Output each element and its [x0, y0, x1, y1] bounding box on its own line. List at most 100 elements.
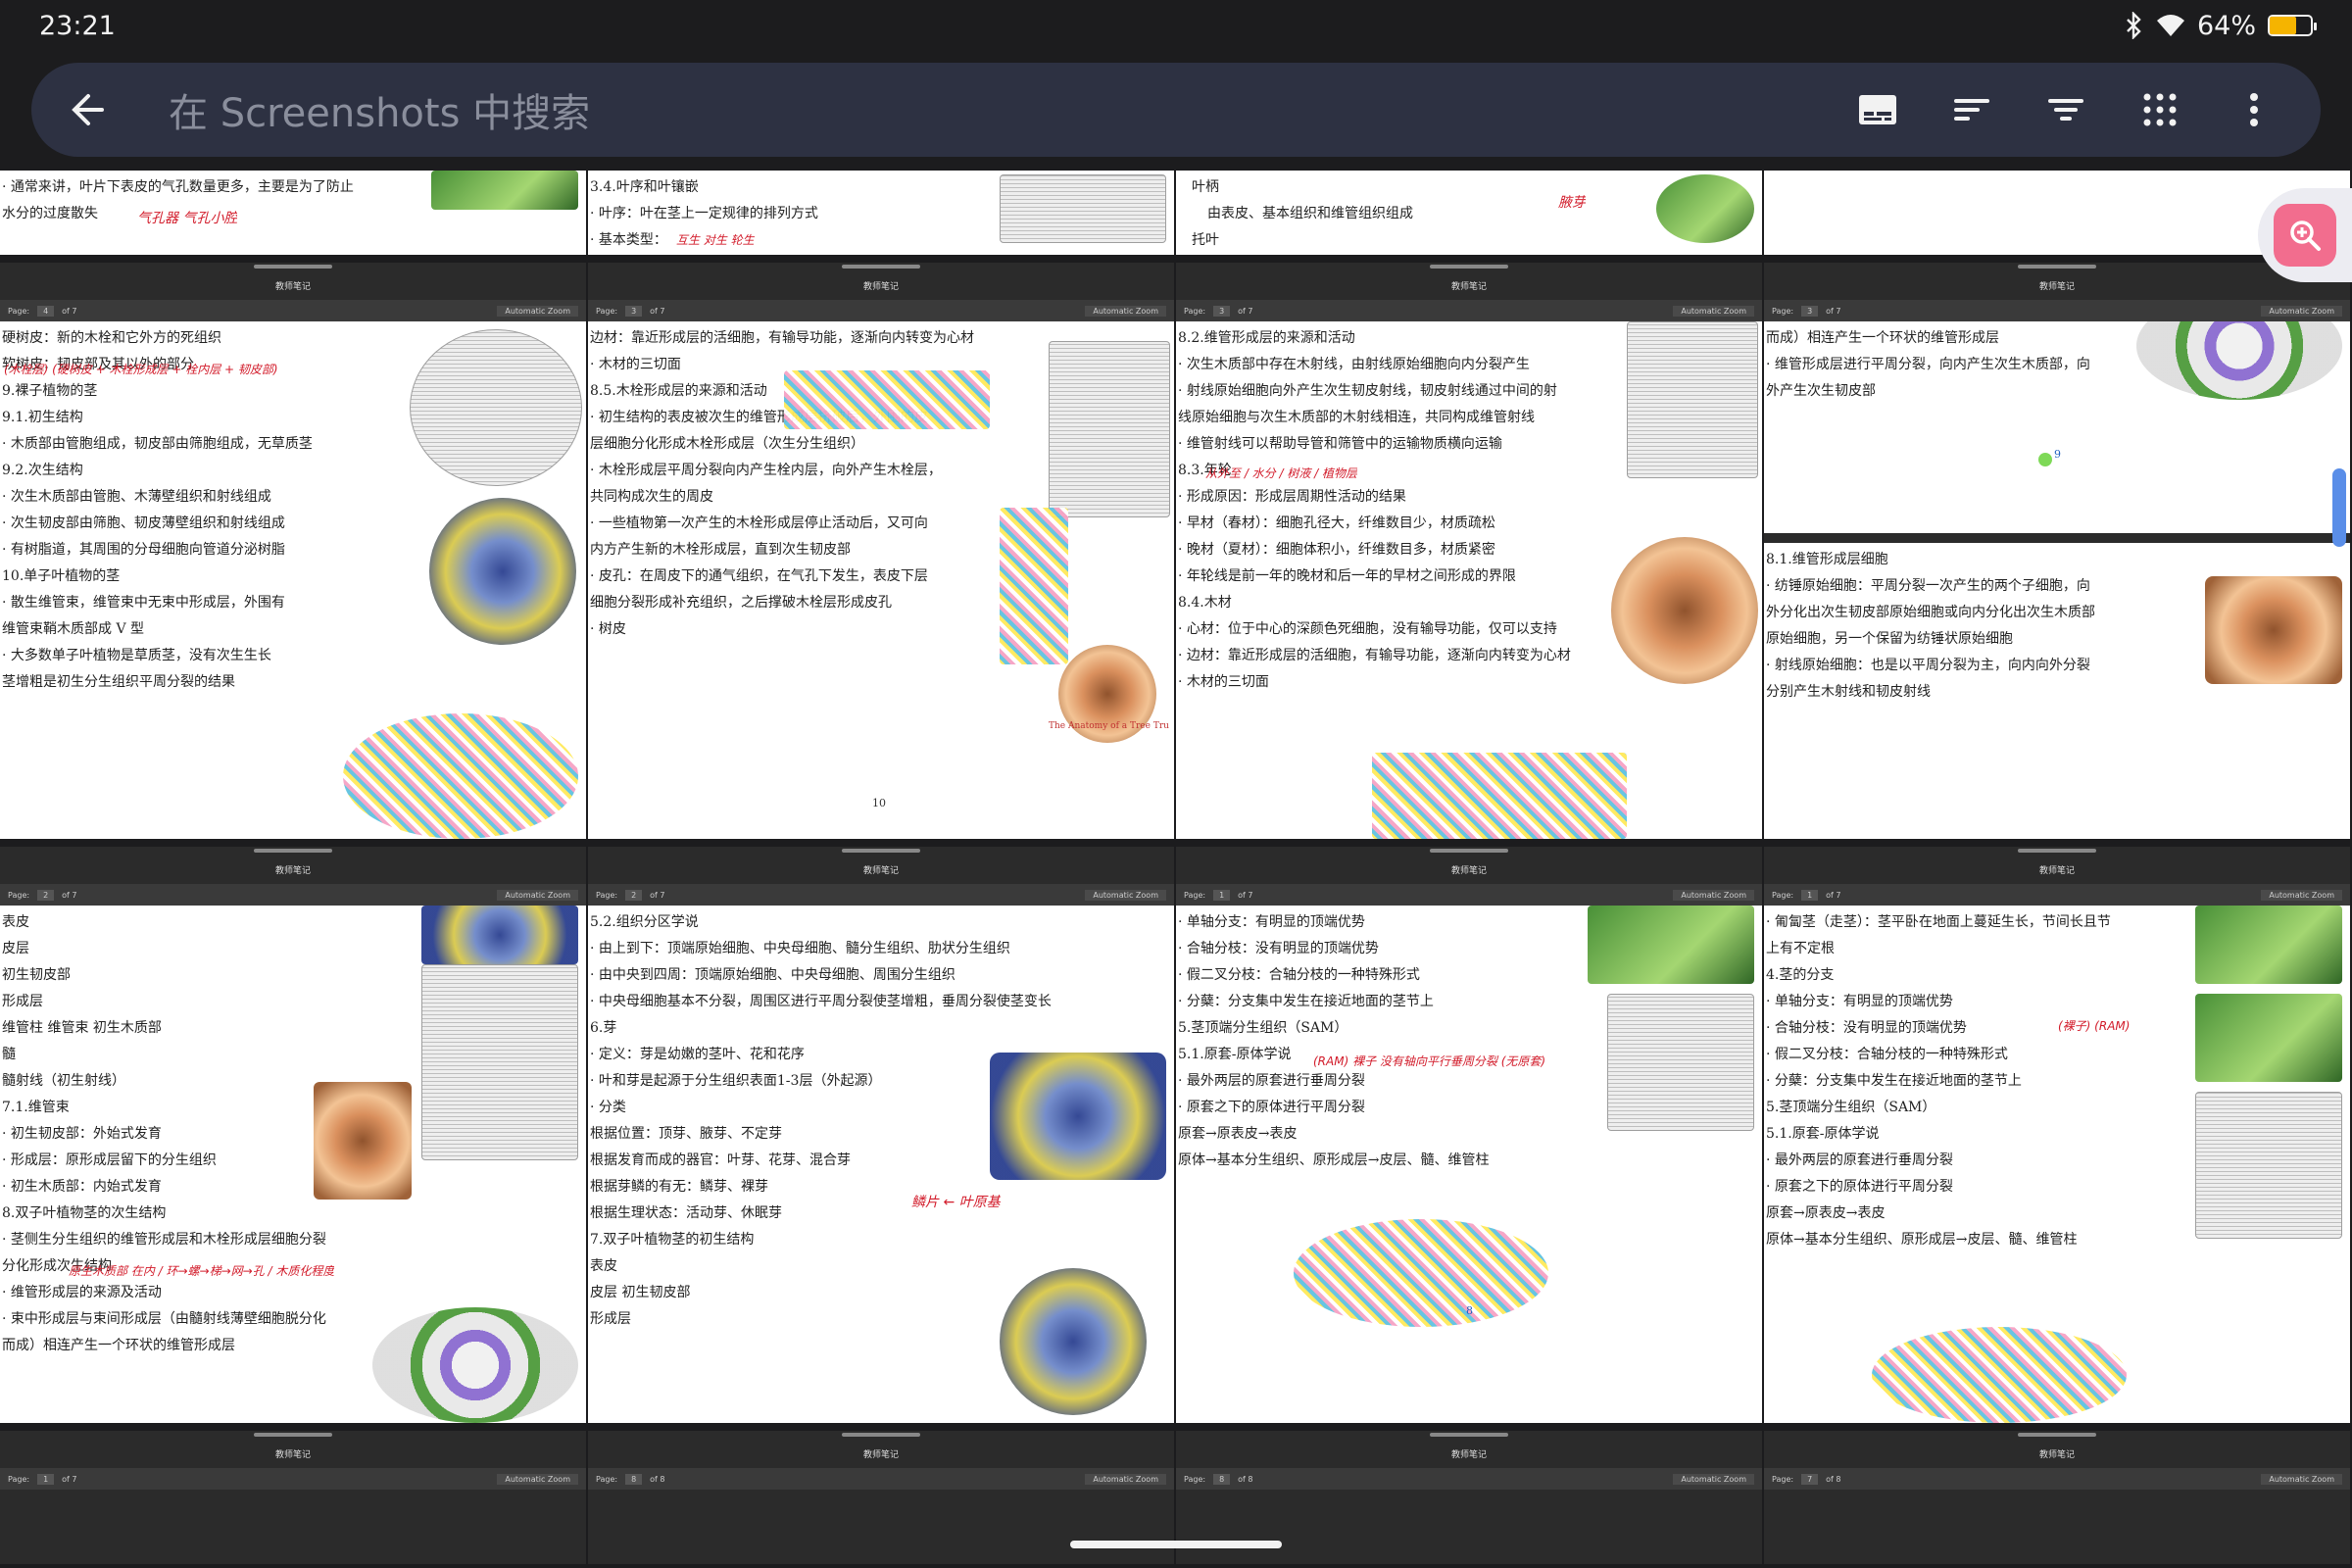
- page-number: 3: [1801, 305, 1819, 317]
- note-page: 而成）相连产生一个环状的维管形成层 · 维管形成层进行平周分裂，向内产生次生木质部…: [1764, 321, 2350, 839]
- note-page: 边材：靠近形成层的活细胞，有输导功能，逐渐向内转变为心材 · 木材的三切面 8.5.…: [588, 321, 1174, 839]
- vascular-ray-figure: [1627, 321, 1758, 478]
- note-page: · 通常来讲，叶片下表皮的气孔数量更多，主要是为了防止 水分的过度散失 气孔器 …: [0, 171, 586, 255]
- growth-rings-figure: [1611, 537, 1758, 684]
- drag-handle: [842, 849, 920, 853]
- screenshot-thumbnail[interactable]: 叶柄 由表皮、基本组织和维管组织组成 托叶 腋芽: [1176, 171, 1762, 259]
- page-header: 教师笔记: [588, 270, 1174, 300]
- grid-view-button[interactable]: [2132, 82, 2187, 137]
- toolbar: [1850, 82, 2281, 137]
- monocot-stem-figure: [343, 713, 578, 839]
- note-line: 原始细胞，另一个保留为纺锤状原始细胞: [1766, 631, 2013, 647]
- handwritten-note: 腋芽: [1558, 195, 1586, 211]
- page-header: 教师笔记: [0, 270, 586, 300]
- page-number: 2: [625, 889, 643, 901]
- page-number: 4: [37, 305, 55, 317]
- screenshot-thumbnail[interactable]: 教师笔记 Page: 1 of 7 Automatic Zoom: [0, 1431, 586, 1568]
- note-page: 8.2.维管形成层的来源和活动 · 次生木质部中存在木射线，由射线原始细胞向内分裂…: [1176, 321, 1762, 839]
- pdf-toolbar: Page: 4 of 7 Automatic Zoom: [0, 300, 586, 321]
- note-line: · 早材（春材）：细胞孔径大，纤维数目少，材质疏松: [1178, 515, 1495, 531]
- page-count: of 7: [1826, 890, 1841, 900]
- note-line: · 由上到下：顶端原始细胞、中央母细胞、髓分生组织、肋状分生组织: [590, 941, 1010, 956]
- screenshot-thumbnail[interactable]: 教师笔记 Page: 1 of 7 Automatic Zoom · 匍匐茎（走茎）：…: [1764, 847, 2350, 1427]
- stem-microscope-figure: [429, 498, 576, 645]
- handwritten-note: 互生 对生 轮生: [676, 233, 755, 247]
- fast-scroll-thumb[interactable]: [2332, 468, 2346, 547]
- handwritten-note: (木栓层) (硬树皮 + 木栓形成层 + 栓内层 + 韧皮部): [4, 363, 278, 376]
- note-page: 表皮 皮层 初生韧皮部 形成层 维管柱 维管束 初生木质部 髓 髓射线（初生射线…: [0, 906, 586, 1423]
- more-options-button[interactable]: [2227, 82, 2281, 137]
- handwritten-note: 从外至 / 水分 / 树液 / 植物层: [1205, 466, 1358, 480]
- shoot-apex-figure: [1294, 1219, 1548, 1327]
- drag-handle: [1430, 1433, 1508, 1437]
- gesture-nav-handle[interactable]: [1070, 1541, 1282, 1548]
- zoom-fab[interactable]: [2258, 188, 2352, 282]
- page-header: 教师笔记: [1176, 855, 1762, 884]
- drag-handle: [2018, 849, 2096, 853]
- screenshot-thumbnail[interactable]: 教师笔记 Page: 3 of 7 Automatic Zoom 8.2.维管形成层的…: [1176, 263, 1762, 843]
- note-line: · 射线原始细胞：也是以平周分裂为主，向内向外分裂: [1766, 658, 2090, 673]
- note-line: 8.双子叶植物茎的次生结构: [2, 1205, 167, 1221]
- note-page: 3.4.叶序和叶镶嵌 · 叶序：叶在茎上一定规律的排列方式 · 基本类型： 互生…: [588, 171, 1174, 255]
- back-button[interactable]: [61, 82, 116, 137]
- screenshot-thumbnail[interactable]: 教师笔记 Page: 3 of 7 Automatic Zoom 而成）相连产生一个环…: [1764, 263, 2350, 843]
- zoom-select: Automatic Zoom: [1673, 305, 1754, 317]
- handwritten-note: (裸子) (RAM): [2058, 1019, 2131, 1033]
- battery-level: [2270, 17, 2296, 34]
- leaf-sketch-figure: [1000, 174, 1166, 243]
- drag-handle: [2018, 265, 2096, 269]
- note-page: 硬树皮：新的木栓和它外方的死组织 软树皮：韧皮部及其以外的部分 9.裸子植物的茎 9.…: [0, 321, 586, 839]
- screenshot-thumbnail[interactable]: 教师笔记 Page: 2 of 7 Automatic Zoom 5.2.组织分区学说…: [588, 847, 1174, 1427]
- note-line: 茎增粗是初生分生组织平周分裂的结果: [2, 674, 235, 690]
- note-line: 外分化出次生韧皮部原始细胞或向内分化出次生木质部: [1766, 605, 2095, 620]
- note-line: · 初生木质部：内始式发育: [2, 1179, 162, 1195]
- stem-cross-section-figure: [410, 329, 582, 486]
- drag-handle: [254, 1433, 332, 1437]
- arrow-back-icon: [72, 94, 104, 125]
- status-icons: 64%: [2125, 11, 2317, 41]
- screenshot-thumbnail[interactable]: 教师笔记 Page: 3 of 7 Automatic Zoom 边材：靠近形成层的活…: [588, 263, 1174, 843]
- page-count: of 7: [650, 306, 665, 316]
- filter-button[interactable]: [2038, 82, 2093, 137]
- page-number: 3: [1213, 305, 1231, 317]
- sort-button[interactable]: [1944, 82, 1999, 137]
- page-number: 2: [37, 889, 55, 901]
- more-vert-icon: [2250, 93, 2258, 126]
- wifi-icon: [2156, 15, 2184, 36]
- note-line: · 茎侧生分生组织的维管形成层和木栓形成层细胞分裂: [2, 1232, 326, 1248]
- page-count: of 8: [1238, 1474, 1253, 1484]
- note-line: · 形成原因：形成层周期性活动的结果: [1178, 489, 1406, 505]
- page-number: 1: [37, 1473, 55, 1485]
- screenshot-thumbnail[interactable]: 3.4.叶序和叶镶嵌 · 叶序：叶在茎上一定规律的排列方式 · 基本类型： 互生…: [588, 171, 1174, 259]
- note-line: 分别产生木射线和韧皮射线: [1766, 684, 1931, 700]
- zoom-select: Automatic Zoom: [497, 1473, 578, 1485]
- zoom-select: Automatic Zoom: [1673, 889, 1754, 901]
- handwritten-note: 气孔器 气孔小腔: [137, 211, 238, 226]
- screenshot-thumbnail[interactable]: 教师笔记 Page: 4 of 7 Automatic Zoom 硬树皮：新的木栓和它…: [0, 263, 586, 843]
- screenshot-thumbnail[interactable]: · 通常来讲，叶片下表皮的气孔数量更多，主要是为了防止 水分的过度散失 气孔器 …: [0, 171, 586, 259]
- note-line: · 皮孔：在周皮下的通气组织，在气孔下发生，表皮下层: [590, 568, 928, 584]
- search-input[interactable]: 在 Screenshots 中搜索: [169, 81, 1850, 138]
- page-count: of 8: [650, 1474, 665, 1484]
- note-line: 5.2.组织分区学说: [590, 914, 699, 930]
- tree-bark-figure: [1000, 508, 1068, 664]
- note-page: · 匍匐茎（走茎）：茎平卧在地面上蔓延生长，节间长且节 上有不定根 4.茎的分支 · …: [1764, 906, 2350, 1423]
- screenshot-thumbnail[interactable]: 教师笔记 Page: 1 of 7 Automatic Zoom · 单轴分支：有明显…: [1176, 847, 1762, 1427]
- page-count: of 7: [62, 1474, 77, 1484]
- battery-icon: [2268, 15, 2317, 36]
- page-number: 1: [1801, 889, 1819, 901]
- note-page: · 单轴分支：有明显的顶端优势 · 合轴分枝：没有明显的顶端优势 · 假二叉分枝：合…: [1176, 906, 1762, 1423]
- pdf-toolbar: Page: 1 of 7 Automatic Zoom: [1764, 884, 2350, 906]
- leaf-figure: [431, 171, 578, 210]
- subtitles-button[interactable]: [1850, 82, 1905, 137]
- pdf-toolbar: Page: 1 of 7 Automatic Zoom: [0, 1468, 586, 1490]
- handwritten-note: 鳞片 ← 叶原基: [911, 1195, 1001, 1210]
- note-page: 叶柄 由表皮、基本组织和维管组织组成 托叶 腋芽: [1176, 171, 1762, 255]
- screenshot-divider: [1764, 533, 2350, 543]
- wood-section-figure: [784, 370, 990, 429]
- page-count: of 7: [62, 306, 77, 316]
- screenshot-thumbnail[interactable]: 教师笔记 Page: 7 of 8 Automatic Zoom: [1764, 1431, 2350, 1568]
- handwritten-note: 原生木质部 在内 / 环→螺→梯→网→孔 / 木质化程度: [69, 1264, 335, 1278]
- clock: 23:21: [39, 10, 116, 41]
- screenshot-thumbnail[interactable]: 教师笔记 Page: 2 of 7 Automatic Zoom 表皮 皮层 初生韧皮…: [0, 847, 586, 1427]
